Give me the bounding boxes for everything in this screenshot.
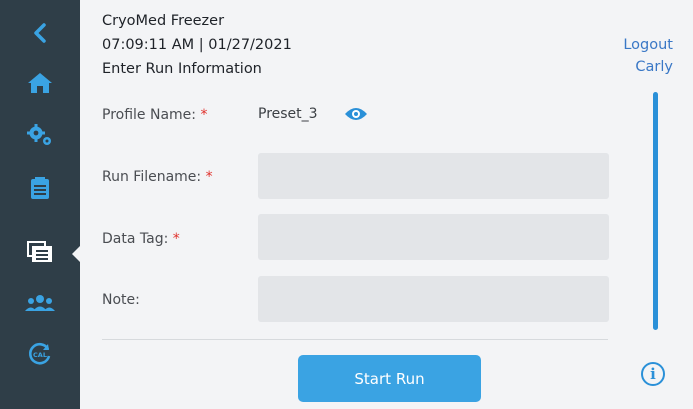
sidebar: CAL [0,0,86,409]
home-icon[interactable] [0,63,80,103]
page-title: Enter Run Information [102,61,262,77]
start-run-button[interactable]: Start Run [298,355,481,402]
calibration-icon[interactable]: CAL [0,334,80,374]
divider [102,339,608,340]
note-label: Note: [102,292,140,308]
run-filename-field[interactable] [258,153,609,199]
username: Carly [635,59,673,75]
required-marker: * [200,107,208,123]
settings-gears-icon[interactable] [0,115,80,155]
users-icon[interactable] [0,283,80,323]
required-marker: * [172,231,180,247]
profile-name-label: Profile Name: * [102,107,207,123]
note-field[interactable] [258,276,609,322]
eye-icon[interactable] [344,106,368,126]
svg-text:CAL: CAL [33,351,47,359]
scrollbar[interactable] [653,92,658,330]
required-marker: * [205,169,213,185]
data-tag-field[interactable] [258,214,609,260]
profile-name-label-text: Profile Name: [102,107,197,123]
run-filename-label: Run Filename: * [102,169,213,185]
datetime: 07:09:11 AM | 01/27/2021 [102,37,292,53]
back-chevron-icon[interactable] [0,13,80,53]
logout-link[interactable]: Logout [623,37,673,53]
device-name: CryoMed Freezer [102,13,225,29]
profile-name-value: Preset_3 [258,106,318,122]
run-filename-label-text: Run Filename: [102,169,202,185]
data-tag-label-text: Data Tag: [102,231,169,247]
data-tag-label: Data Tag: * [102,231,180,247]
main-panel: CryoMed Freezer 07:09:11 AM | 01/27/2021… [80,0,693,409]
clipboard-icon[interactable] [0,168,80,208]
info-icon[interactable]: i [641,362,665,386]
run-files-icon[interactable] [0,232,80,272]
